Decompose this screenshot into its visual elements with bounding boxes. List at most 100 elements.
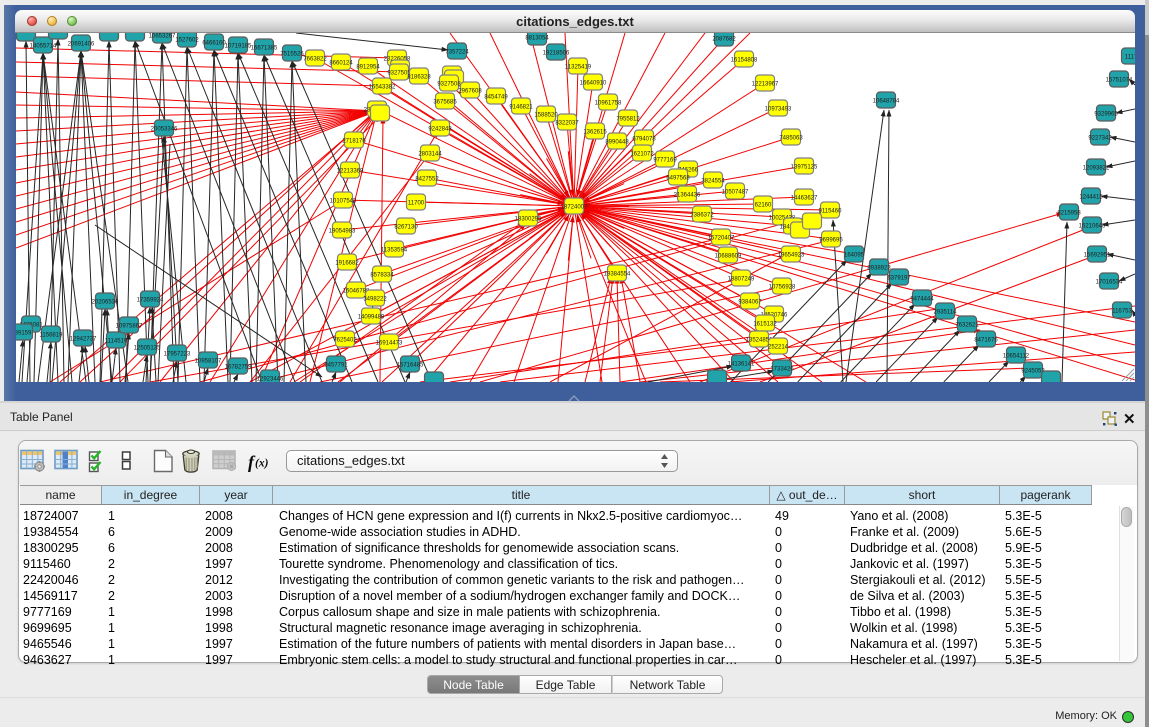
svg-text:9327508: 9327508 <box>437 82 461 88</box>
svg-text:12923446: 12923446 <box>257 377 284 383</box>
svg-text:7357224: 7357224 <box>445 50 469 56</box>
svg-text:19054983: 19054983 <box>329 229 356 235</box>
svg-text:2935114: 2935114 <box>934 310 958 316</box>
svg-text:15751074: 15751074 <box>1106 78 1133 84</box>
svg-text:9699695: 9699695 <box>819 238 843 244</box>
svg-text:18724007: 18724007 <box>561 205 588 211</box>
svg-text:15692951: 15692951 <box>1084 253 1111 259</box>
svg-text:3675685: 3675685 <box>433 100 457 106</box>
svg-text:19218506: 19218506 <box>543 51 570 57</box>
svg-text:17957223: 17957223 <box>164 352 191 358</box>
svg-text:18807249: 18807249 <box>728 277 755 283</box>
svg-text:15716485: 15716485 <box>397 363 424 369</box>
svg-text:2803144: 2803144 <box>418 152 442 158</box>
svg-text:12093822: 12093822 <box>1083 166 1110 172</box>
svg-text:9146821: 9146821 <box>509 105 533 111</box>
svg-text:8813054: 8813054 <box>525 36 549 42</box>
svg-text:11700: 11700 <box>408 201 425 207</box>
svg-text:1527602: 1527602 <box>175 38 199 44</box>
svg-text:1114519: 1114519 <box>105 339 128 345</box>
svg-text:9457791: 9457791 <box>324 363 348 369</box>
svg-text:1615132: 1615132 <box>753 322 777 328</box>
svg-text:14099489: 14099489 <box>358 315 385 321</box>
svg-text:116753: 116753 <box>1112 309 1132 315</box>
svg-text:7625402: 7625402 <box>333 338 357 344</box>
svg-text:17359924: 17359924 <box>137 298 164 304</box>
svg-text:1916682: 1916682 <box>335 261 359 267</box>
svg-text:39159: 39159 <box>16 331 32 337</box>
svg-text:1621072: 1621072 <box>630 152 654 158</box>
svg-text:6379197: 6379197 <box>887 276 911 282</box>
svg-text:12213967: 12213967 <box>752 82 779 88</box>
svg-text:2967608: 2967608 <box>458 89 482 95</box>
svg-text:1117: 1117 <box>1125 55 1135 61</box>
svg-text:11353594: 11353594 <box>381 248 408 254</box>
svg-text:8454749: 8454749 <box>484 95 508 101</box>
svg-text:7663822: 7663822 <box>303 57 327 63</box>
svg-text:16782759: 16782759 <box>225 365 252 371</box>
svg-text:252214: 252214 <box>768 345 789 351</box>
svg-text:62160: 62160 <box>755 203 772 209</box>
svg-text:11325419: 11325419 <box>565 65 592 71</box>
svg-text:8427552: 8427552 <box>415 177 439 183</box>
svg-text:3824554: 3824554 <box>701 179 725 185</box>
svg-text:9777169: 9777169 <box>653 158 677 164</box>
svg-text:1362615: 1362615 <box>583 130 607 136</box>
svg-text:9384067: 9384067 <box>738 300 762 306</box>
svg-text:8912954: 8912954 <box>356 65 380 71</box>
svg-text:8990448: 8990448 <box>605 140 629 146</box>
svg-text:6497568: 6497568 <box>666 176 690 182</box>
svg-text:10975867: 10975867 <box>116 324 143 330</box>
svg-text:16210643: 16210643 <box>1079 224 1106 230</box>
svg-text:10756928: 10756928 <box>769 285 796 291</box>
svg-text:10107543: 10107543 <box>330 199 357 205</box>
svg-text:12942737: 12942737 <box>70 337 97 343</box>
svg-text:8938923: 8938923 <box>867 266 891 272</box>
svg-text:6794078: 6794078 <box>632 137 656 143</box>
svg-text:16543382: 16543382 <box>369 85 396 91</box>
svg-text:10648784: 10648784 <box>873 99 900 105</box>
svg-text:7386372: 7386372 <box>690 213 714 219</box>
svg-text:10688609: 10688609 <box>715 254 742 260</box>
svg-text:14055714: 14055714 <box>30 44 57 50</box>
svg-text:19384554: 19384554 <box>604 272 631 278</box>
svg-text:(x): (x) <box>255 458 269 470</box>
svg-text:17016534: 17016534 <box>1096 280 1123 286</box>
svg-text:9115460: 9115460 <box>819 209 843 215</box>
svg-text:9474444: 9474444 <box>910 297 934 303</box>
svg-text:16914473: 16914473 <box>376 341 403 347</box>
svg-text:18300295: 18300295 <box>515 217 542 223</box>
svg-text:10958107: 10958107 <box>195 359 222 365</box>
svg-text:7485063: 7485063 <box>779 136 803 142</box>
svg-text:10507487: 10507487 <box>722 190 749 196</box>
svg-text:10719185: 10719185 <box>225 44 252 50</box>
svg-text:8322037: 8322037 <box>555 121 579 127</box>
svg-text:10973493: 10973493 <box>765 107 792 113</box>
svg-text:2718176: 2718176 <box>342 139 366 145</box>
svg-text:8660124: 8660124 <box>329 61 353 67</box>
svg-text:19654923: 19654923 <box>778 253 805 259</box>
svg-text:16640910: 16640910 <box>580 81 607 87</box>
svg-text:20206536: 20206536 <box>92 300 119 306</box>
svg-text:14136141: 14136141 <box>728 362 755 368</box>
svg-text:1156819: 1156819 <box>40 333 64 339</box>
svg-text:20691406: 20691406 <box>68 42 95 48</box>
svg-text:9242848: 9242848 <box>428 127 452 133</box>
svg-text:14463627: 14463627 <box>791 196 818 202</box>
svg-text:20053346: 20053346 <box>151 127 178 133</box>
svg-text:7515526: 7515526 <box>280 52 304 58</box>
svg-text:7632621: 7632621 <box>955 323 979 329</box>
svg-text:1244415: 1244415 <box>1079 195 1103 201</box>
svg-text:8267130: 8267130 <box>394 225 418 231</box>
svg-text:9227342: 9227342 <box>1088 136 1112 142</box>
svg-text:10961758: 10961758 <box>595 101 622 107</box>
svg-text:12213369: 12213369 <box>337 169 364 175</box>
svg-text:2087682: 2087682 <box>712 37 736 43</box>
svg-text:8578334: 8578334 <box>370 273 394 279</box>
svg-text:164095: 164095 <box>844 253 865 259</box>
svg-text:8471676: 8471676 <box>974 338 998 344</box>
svg-text:15720407: 15720407 <box>708 236 735 242</box>
svg-text:6466160: 6466160 <box>202 41 226 47</box>
svg-text:3498222: 3498222 <box>363 297 387 303</box>
svg-text:8186328: 8186328 <box>407 75 431 81</box>
